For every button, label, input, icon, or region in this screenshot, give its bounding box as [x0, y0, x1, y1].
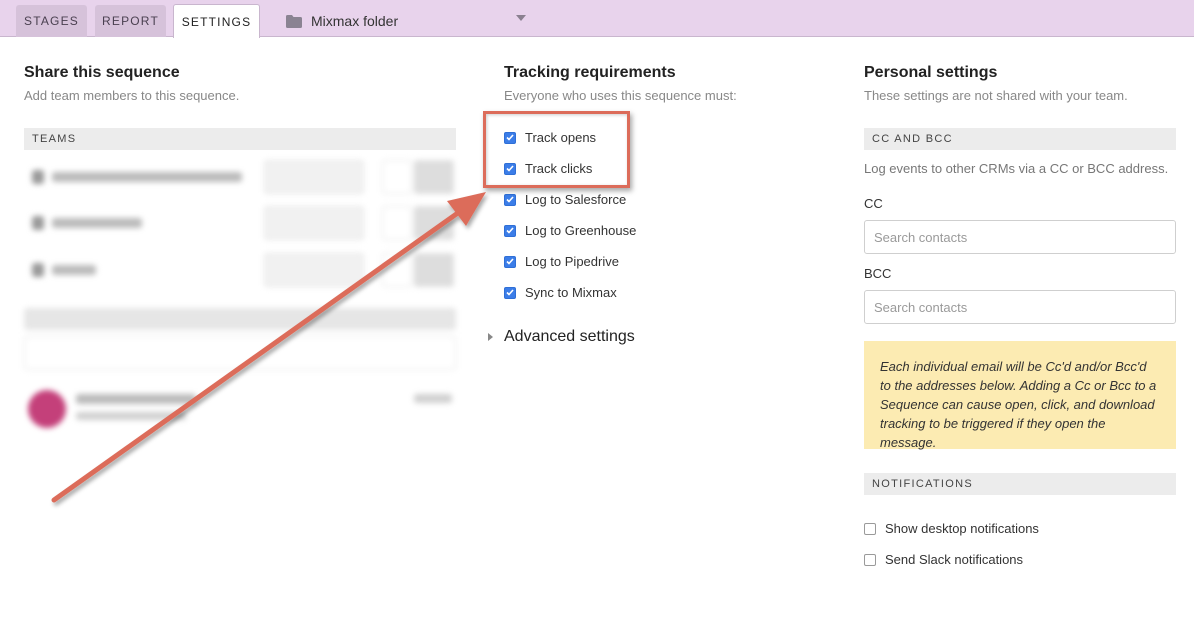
annotation-arrow-icon — [51, 192, 486, 503]
